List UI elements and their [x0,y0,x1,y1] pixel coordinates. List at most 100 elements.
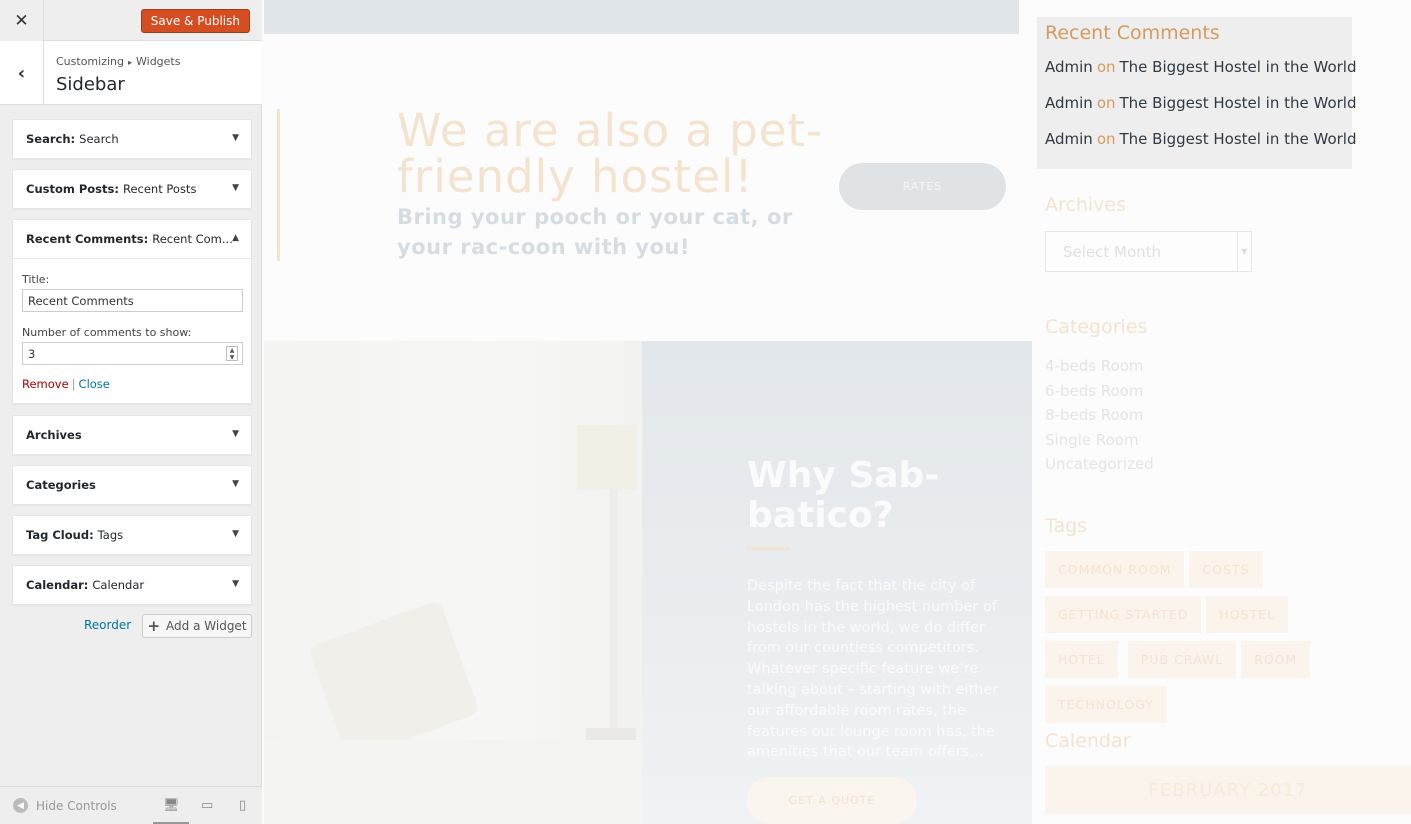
category-link[interactable]: 8-beds Room [1045,403,1154,428]
collapse-icon: ◀ [13,798,28,813]
widget-header[interactable]: Recent Comments: Recent Com... ▲ [13,220,251,258]
comment-on: on [1096,94,1116,112]
breadcrumb: Customizing ▸ Widgets [56,55,180,68]
widget-title: Tags [97,528,124,542]
number-input[interactable]: 3 ▲ ▼ [22,342,243,365]
comment-item: Admin on The Biggest Hostel in the World [1045,58,1357,94]
widget-type: Calendar [26,578,84,592]
archives-title: Archives [1045,194,1126,216]
expand-arrow-icon[interactable]: ▼ [232,579,239,589]
expand-arrow-icon[interactable]: ▼ [232,183,239,193]
customizer-panel: ✕ Save & Publish ‹ Customizing ▸ Widgets S… [0,0,262,824]
comment-item: Admin on The Biggest Hostel in the World [1045,94,1357,130]
tag-link[interactable]: ROOM [1241,641,1311,678]
top-banner [264,0,1019,34]
number-label: Number of comments to show: [22,326,192,339]
tag-link[interactable]: COMMON ROOM [1045,551,1185,588]
tag-link[interactable]: HOSTEL [1206,596,1289,633]
expand-arrow-icon[interactable]: ▼ [232,479,239,489]
widget-header[interactable]: Search: Search ▼ [13,120,251,158]
categories-list: 4-beds Room 6-beds Room 8-beds Room Sing… [1045,354,1154,477]
widget-type: Archives [26,428,82,442]
breadcrumb-item: Widgets [136,55,181,68]
close-link[interactable]: Close [79,377,110,391]
widget-custom-posts[interactable]: Custom Posts: Recent Posts ▼ [12,169,252,209]
category-link[interactable]: Uncategorized [1045,452,1154,477]
photo-bed [264,740,642,824]
widget-tag-cloud[interactable]: Tag Cloud: Tags ▼ [12,515,252,555]
widget-title: Calendar [92,578,145,592]
back-arrow-icon[interactable]: ‹ [0,41,44,105]
comment-author[interactable]: Admin [1045,58,1093,76]
collapse-arrow-icon[interactable]: ▲ [232,233,239,243]
comment-author[interactable]: Admin [1045,94,1093,112]
archives-select-value: Select Month [1063,242,1162,261]
stepper-icon[interactable]: ▲ ▼ [226,346,238,361]
separator: | [71,377,76,391]
hide-controls-label: Hide Controls [36,798,117,813]
hide-controls-button[interactable]: ◀ Hide Controls [13,798,117,813]
get-quote-button[interactable]: GET A QUOTE [747,777,917,824]
expand-arrow-icon[interactable]: ▼ [232,529,239,539]
tag-link[interactable]: COSTS [1189,551,1263,588]
tag-link[interactable]: TECHNOLOGY [1045,686,1167,723]
widget-type: Categories [26,478,96,492]
chevron-down-icon: ▼ [1237,232,1251,271]
widget-form: Title: Recent Comments Number of comment… [13,258,251,403]
archives-select[interactable]: Select Month ▼ [1045,231,1252,272]
desktop-preview-icon[interactable]: 🖥 [153,798,189,824]
tag-cloud: COMMON ROOM COSTS GETTING STARTED HOSTEL HO… [1045,551,1365,731]
number-value: 3 [28,346,36,361]
widget-calendar[interactable]: Calendar: Calendar ▼ [12,565,252,605]
tag-link[interactable]: HOTEL [1045,641,1118,678]
why-title: Why Sab-batico? [747,455,940,536]
add-widget-button[interactable]: + Add a Widget [142,614,252,638]
why-divider [747,547,790,550]
customizer-footer: ◀ Hide Controls 🖥 ▭ ▯ [0,786,262,824]
tag-link[interactable]: GETTING STARTED [1045,596,1202,633]
widget-header[interactable]: Archives ▼ [13,416,251,454]
expand-arrow-icon[interactable]: ▼ [232,429,239,439]
tag-link[interactable]: PUB CRAWL [1127,641,1237,678]
remove-link[interactable]: Remove [22,377,69,391]
widget-title: Search [79,132,119,146]
recent-comments-list: Admin on The Biggest Hostel in the World A… [1045,58,1357,166]
customizer-header: ✕ Save & Publish [0,0,262,41]
widget-header[interactable]: Custom Posts: Recent Posts ▼ [13,170,251,208]
add-widget-label: Add a Widget [166,619,247,633]
comment-post-link[interactable]: The Biggest Hostel in the World [1120,58,1357,76]
widget-categories[interactable]: Categories ▼ [12,465,252,505]
save-publish-button[interactable]: Save & Publish [140,9,250,33]
breadcrumb-separator-icon: ▸ [127,58,132,67]
comment-author[interactable]: Admin [1045,130,1093,148]
comment-post-link[interactable]: The Biggest Hostel in the World [1120,130,1357,148]
categories-title: Categories [1045,316,1148,338]
promo-subtitle: Bring your pooch or your cat, or your ra… [397,205,793,259]
tags-title: Tags [1045,515,1088,537]
close-icon[interactable]: ✕ [0,0,44,41]
mobile-preview-icon[interactable]: ▯ [239,798,246,813]
widget-actions: Remove | Close [22,377,242,391]
widget-recent-comments[interactable]: Recent Comments: Recent Com... ▲ Title: … [12,219,252,404]
comment-item: Admin on The Biggest Hostel in the World [1045,130,1357,166]
category-link[interactable]: 4-beds Room [1045,354,1154,379]
expand-arrow-icon[interactable]: ▼ [232,133,239,143]
photo-lamp-pole [610,490,618,730]
widget-search[interactable]: Search: Search ▼ [12,119,252,159]
widget-title: Recent Posts [122,182,197,196]
widget-header[interactable]: Categories ▼ [13,466,251,504]
comment-post-link[interactable]: The Biggest Hostel in the World [1120,94,1357,112]
category-link[interactable]: Single Room [1045,428,1154,453]
widget-type: Recent Comments [26,232,144,246]
reorder-link[interactable]: Reorder [84,618,131,632]
category-link[interactable]: 6-beds Room [1045,379,1154,404]
widget-header[interactable]: Tag Cloud: Tags ▼ [13,516,251,554]
widget-archives[interactable]: Archives ▼ [12,415,252,455]
recent-comments-title: Recent Comments [1045,22,1220,44]
tablet-preview-icon[interactable]: ▭ [201,798,213,813]
section-title: Sidebar [56,74,125,95]
widget-header[interactable]: Calendar: Calendar ▼ [13,566,251,604]
title-input[interactable]: Recent Comments [22,289,243,312]
rates-button[interactable]: RATES [839,163,1006,210]
promo-title: We are also a pet-friendly hostel! [397,104,824,203]
